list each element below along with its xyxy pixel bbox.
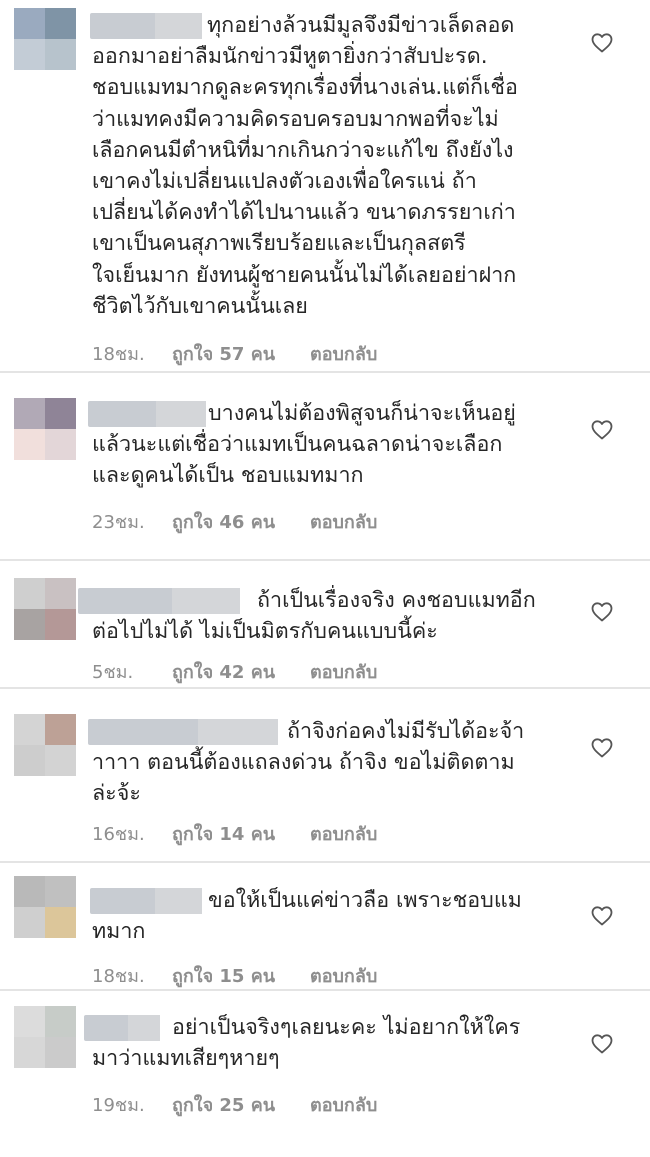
comment-line: าาาา ตอนนี้ต้องแถลงด่วน ถ้าจิง ขอไม่ติดต… xyxy=(92,747,524,778)
comment-line-text: ถ้าเป็นเรื่องจริง คงชอบแมทอีก xyxy=(257,588,536,613)
like-count[interactable]: ถูกใจ 15 คน xyxy=(172,961,310,990)
comment-line: ชีวิตไว้กับเขาคนนั้นเลย xyxy=(92,291,518,322)
comment-meta: 23ชม. ถูกใจ 46 คน ตอบกลับ xyxy=(92,507,377,536)
heart-outline-icon[interactable] xyxy=(590,1032,614,1056)
comment-divider xyxy=(0,559,650,561)
comment-line-text: ทุกอย่างล้วนมีมูลจึงมีข่าวเล็ดลอด xyxy=(207,13,515,38)
comment-line: ถ้าจิงก่อคงไม่มีรับได้อะจ้า xyxy=(92,716,524,747)
comment-line: มาว่าแมทเสียๆหายๆ xyxy=(92,1043,520,1074)
comment-line-text: ล่ะจ้ะ xyxy=(92,781,141,807)
avatar[interactable] xyxy=(14,398,76,460)
comment-line-text: าาาา ตอนนี้ต้องแถลงด่วน ถ้าจิง ขอไม่ติดต… xyxy=(92,750,515,776)
comment-line: ทุกอย่างล้วนมีมูลจึงมีข่าวเล็ดลอด xyxy=(92,10,518,41)
comment-line: ว่าแมทคงมีความคิดรอบครอบมากพอที่จะไม่ xyxy=(92,104,518,135)
comment-line-text: ว่าแมทคงมีความคิดรอบครอบมากพอที่จะไม่ xyxy=(92,106,499,132)
comment-meta: 19ชม. ถูกใจ 25 คน ตอบกลับ xyxy=(92,1090,377,1119)
comment-text: ทุกอย่างล้วนมีมูลจึงมีข่าวเล็ดลอดออกมาอย… xyxy=(92,10,518,322)
comment-line: ออกมาอย่าลืมนักข่าวมีหูตายิ่งกว่าสับปะรด… xyxy=(92,41,518,72)
comment-line: ขอให้เป็นแค่ข่าวลือ เพราะชอบแม xyxy=(92,885,522,916)
comment-line: ทมาก xyxy=(92,916,522,947)
comment-line: เขาคงไม่เปลี่ยนแปลงตัวเองเพื่อใครแน่ ถ้า xyxy=(92,166,518,197)
comment-line-text: อย่าเป็นจริงๆเลยนะคะ ไม่อยากให้ใคร xyxy=(172,1015,521,1040)
comment-line: ชอบแมทมากดูละครทุกเรื่องที่นางเล่น.แต่ก็… xyxy=(92,72,518,103)
comment-text: อย่าเป็นจริงๆเลยนะคะ ไม่อยากให้ใครมาว่าแ… xyxy=(92,1012,520,1074)
like-count[interactable]: ถูกใจ 25 คน xyxy=(172,1090,310,1119)
comment-line-text: ทมาก xyxy=(92,919,146,945)
comment-text: บางคนไม่ต้องพิสูจนก็น่าจะเห็นอยู่แล้วนะแ… xyxy=(92,398,516,492)
like-count[interactable]: ถูกใจ 14 คน xyxy=(172,819,310,848)
comment-meta: 5ชม. ถูกใจ 42 คน ตอบกลับ xyxy=(92,657,377,686)
heart-outline-icon[interactable] xyxy=(590,904,614,928)
comment-line-text: แล้วนะแต่เชื่อว่าแมทเป็นคนฉลาดน่าจะเลือก xyxy=(92,432,503,458)
reply-button[interactable]: ตอบกลับ xyxy=(310,961,377,990)
comment-text: ขอให้เป็นแค่ข่าวลือ เพราะชอบแมทมาก xyxy=(92,885,522,947)
like-count[interactable]: ถูกใจ 46 คน xyxy=(172,507,310,536)
avatar[interactable] xyxy=(14,8,76,70)
comment-timestamp[interactable]: 23ชม. xyxy=(92,507,172,536)
comment-meta: 18ชม. ถูกใจ 57 คน ตอบกลับ xyxy=(92,339,377,368)
heart-outline-icon[interactable] xyxy=(590,418,614,442)
comment-divider xyxy=(0,371,650,373)
comment-divider xyxy=(0,687,650,689)
comment-line: เขาเป็นคนสุภาพเรียบร้อยและเป็นกุลสตรี xyxy=(92,228,518,259)
comment-line-text: เขาเป็นคนสุภาพเรียบร้อยและเป็นกุลสตรี xyxy=(92,231,466,257)
avatar[interactable] xyxy=(14,578,76,640)
comment-line: และดูคนได้เป็น ชอบแมทมาก xyxy=(92,460,516,491)
comment-line: ถ้าเป็นเรื่องจริง คงชอบแมทอีก xyxy=(92,585,536,616)
comment-line: อย่าเป็นจริงๆเลยนะคะ ไม่อยากให้ใคร xyxy=(92,1012,520,1043)
comment-line-text: เขาคงไม่เปลี่ยนแปลงตัวเองเพื่อใครแน่ ถ้า xyxy=(92,169,477,195)
comment-divider xyxy=(0,861,650,863)
comment-line: ล่ะจ้ะ xyxy=(92,778,524,809)
reply-button[interactable]: ตอบกลับ xyxy=(310,819,377,848)
comment-line-text: เปลี่ยนได้คงทำได้ไปนานแล้ว ขนาดภรรยาเก่า xyxy=(92,200,516,226)
comment-meta: 16ชม. ถูกใจ 14 คน ตอบกลับ xyxy=(92,819,377,848)
comment-line-text: บางคนไม่ต้องพิสูจนก็น่าจะเห็นอยู่ xyxy=(208,401,516,426)
avatar[interactable] xyxy=(14,1006,76,1068)
comment-line: เปลี่ยนได้คงทำได้ไปนานแล้ว ขนาดภรรยาเก่า xyxy=(92,197,518,228)
comment-timestamp[interactable]: 16ชม. xyxy=(92,819,172,848)
comment-line-text: มาว่าแมทเสียๆหายๆ xyxy=(92,1046,280,1072)
reply-button[interactable]: ตอบกลับ xyxy=(310,507,377,536)
comment-line: ใจเย็นมาก ยังทนผู้ชายคนนั้นไม่ได้เลยอย่า… xyxy=(92,260,518,291)
comment-line-text: ใจเย็นมาก ยังทนผู้ชายคนนั้นไม่ได้เลยอย่า… xyxy=(92,262,517,288)
comment-thread: ทุกอย่างล้วนมีมูลจึงมีข่าวเล็ดลอดออกมาอย… xyxy=(0,0,650,1157)
comment-text: ถ้าจิงก่อคงไม่มีรับได้อะจ้าาาาา ตอนนี้ต้… xyxy=(92,716,524,810)
comment-line-text: ต่อไปไม่ได้ ไม่เป็นมิตรกับคนแบบนี้ค่ะ xyxy=(92,619,438,645)
heart-outline-icon[interactable] xyxy=(590,600,614,624)
avatar[interactable] xyxy=(14,876,76,938)
like-count[interactable]: ถูกใจ 42 คน xyxy=(172,657,310,686)
like-count[interactable]: ถูกใจ 57 คน xyxy=(172,339,310,368)
comment-line-text: ชีวิตไว้กับเขาคนนั้นเลย xyxy=(92,293,308,319)
comment-timestamp[interactable]: 18ชม. xyxy=(92,339,172,368)
comment-line-text: ถ้าจิงก่อคงไม่มีรับได้อะจ้า xyxy=(287,719,525,744)
comment-line-text: ชอบแมทมากดูละครทุกเรื่องที่นางเล่น.แต่ก็… xyxy=(92,75,518,101)
heart-outline-icon[interactable] xyxy=(590,736,614,760)
comment-timestamp[interactable]: 5ชม. xyxy=(92,657,172,686)
comment-line: แล้วนะแต่เชื่อว่าแมทเป็นคนฉลาดน่าจะเลือก xyxy=(92,429,516,460)
comment-meta: 18ชม. ถูกใจ 15 คน ตอบกลับ xyxy=(92,961,377,990)
comment-timestamp[interactable]: 19ชม. xyxy=(92,1090,172,1119)
comment-line: ต่อไปไม่ได้ ไม่เป็นมิตรกับคนแบบนี้ค่ะ xyxy=(92,616,536,647)
comment-line-text: ออกมาอย่าลืมนักข่าวมีหูตายิ่งกว่าสับปะรด… xyxy=(92,44,488,70)
comment-timestamp[interactable]: 18ชม. xyxy=(92,961,172,990)
comment-text: ถ้าเป็นเรื่องจริง คงชอบแมทอีกต่อไปไม่ได้… xyxy=(92,585,536,647)
reply-button[interactable]: ตอบกลับ xyxy=(310,657,377,686)
comment-line: บางคนไม่ต้องพิสูจนก็น่าจะเห็นอยู่ xyxy=(92,398,516,429)
reply-button[interactable]: ตอบกลับ xyxy=(310,339,377,368)
comment-line-text: และดูคนได้เป็น ชอบแมทมาก xyxy=(92,463,364,489)
comment-line-text: ขอให้เป็นแค่ข่าวลือ เพราะชอบแม xyxy=(208,888,522,913)
avatar[interactable] xyxy=(14,714,76,776)
reply-button[interactable]: ตอบกลับ xyxy=(310,1090,377,1119)
comment-divider xyxy=(0,989,650,991)
comment-line: เลือกคนมีตำหนิที่มากเกินกว่าจะแก้ไข ถึงย… xyxy=(92,135,518,166)
heart-outline-icon[interactable] xyxy=(590,31,614,55)
comment-line-text: เลือกคนมีตำหนิที่มากเกินกว่าจะแก้ไข ถึงย… xyxy=(92,137,514,163)
